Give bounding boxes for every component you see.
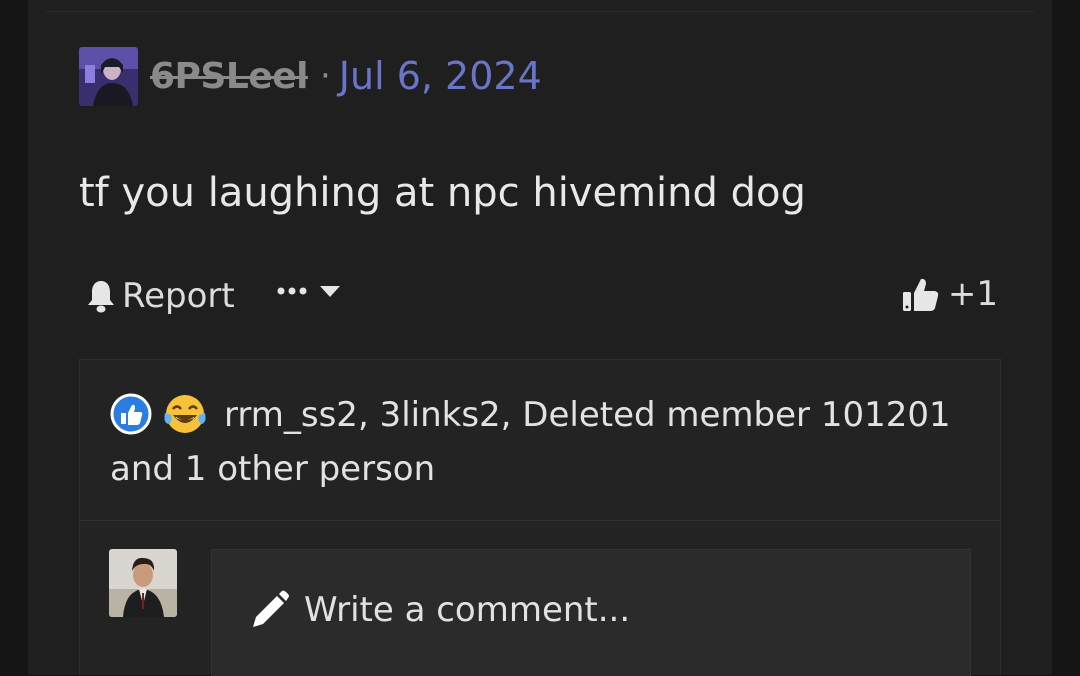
current-user-avatar[interactable] (109, 549, 177, 617)
post-header: 6PSLeel · Jul 6, 2024 (79, 46, 542, 106)
like-button[interactable]: +1 (902, 274, 998, 314)
comment-input[interactable]: Write a comment... (211, 549, 971, 676)
caret-down-icon (320, 286, 340, 297)
comment-placeholder: Write a comment... (250, 590, 630, 630)
top-divider (46, 11, 1034, 12)
reaction-summary[interactable]: rrm_ss2, 3links2, Deleted member 101201 … (110, 388, 980, 496)
author-avatar[interactable] (79, 46, 138, 106)
laugh-cry-reaction-icon (164, 395, 206, 433)
report-button[interactable]: Report (86, 276, 235, 316)
report-label: Report (122, 276, 235, 316)
reactions-divider (80, 520, 1000, 521)
reaction-icons (110, 391, 218, 437)
comment-placeholder-text: Write a comment... (304, 590, 631, 630)
like-reaction-icon (110, 393, 152, 435)
thumbs-up-icon (902, 278, 939, 311)
post-actions: Report +1 (86, 272, 1002, 322)
pencil-icon (253, 590, 289, 627)
bell-icon (88, 281, 114, 313)
more-options-button[interactable] (276, 284, 342, 298)
like-count: +1 (947, 274, 998, 314)
header-separator: · (319, 56, 331, 96)
author-username[interactable]: 6PSLeel (150, 56, 308, 97)
post-body: tf you laughing at npc hivemind dog (79, 170, 806, 216)
reactions-section: rrm_ss2, 3links2, Deleted member 101201 … (79, 359, 1001, 676)
post-date[interactable]: Jul 6, 2024 (339, 54, 542, 98)
reaction-names: rrm_ss2, 3links2, Deleted member 101201 … (110, 395, 951, 489)
ellipsis-icon (277, 287, 307, 295)
